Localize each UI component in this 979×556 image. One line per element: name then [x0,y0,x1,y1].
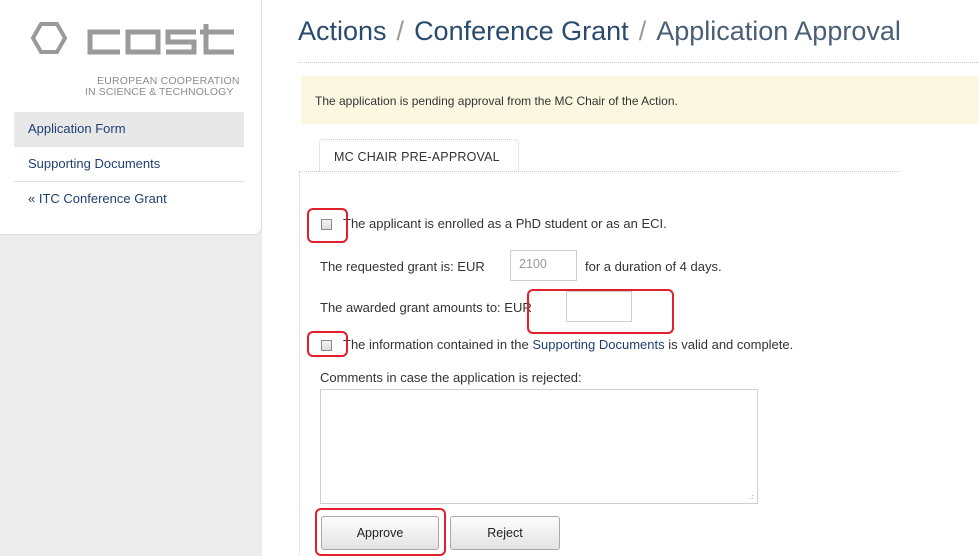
approve-button[interactable]: Approve [321,516,439,550]
cost-logo: EUROPEAN COOPERATION IN SCIENCE & TECHNO… [20,18,250,98]
info-valid-label: The information contained in the Support… [343,337,793,352]
breadcrumb-conference-grant[interactable]: Conference Grant [414,16,629,46]
notice-text: The application is pending approval from… [315,94,678,108]
phd-student-checkbox[interactable] [321,219,332,230]
logo-tagline-2: IN SCIENCE & TECHNOLOGY [85,86,234,98]
requested-grant-label: The requested grant is: EUR [320,259,485,274]
info-valid-checkbox[interactable] [321,340,332,351]
info-valid-suffix: is valid and complete. [668,337,794,352]
awarded-grant-label: The awarded grant amounts to: EUR [320,300,532,315]
sidebar-item-itc-conference-grant[interactable]: « ITC Conference Grant [14,181,244,216]
requested-grant-input: 2100 [510,250,577,281]
breadcrumb: Actions / Conference Grant / Application App… [298,16,901,47]
resize-grip-icon[interactable]: .: [749,493,754,501]
tab-label: MC CHAIR PRE-APPROVAL [334,150,500,164]
info-valid-prefix: The information contained in the [343,337,529,352]
breadcrumb-separator: / [396,16,405,46]
sidebar-item-supporting-documents[interactable]: Supporting Documents [14,146,244,181]
sidebar: EUROPEAN COOPERATION IN SCIENCE & TECHNO… [0,0,262,235]
requested-grant-duration: for a duration of 4 days. [585,259,722,274]
pending-approval-notice: The application is pending approval from… [301,76,979,124]
page-title: Application Approval [656,16,901,46]
sidebar-item-application-form[interactable]: Application Form [14,112,244,146]
tab-mc-chair-pre-approval[interactable]: MC CHAIR PRE-APPROVAL [319,139,519,172]
reject-button[interactable]: Reject [450,516,560,550]
awarded-grant-input[interactable] [566,291,632,322]
title-divider [298,62,979,63]
cost-logo-graphic [30,22,234,55]
comments-label: Comments in case the application is reje… [320,370,582,385]
supporting-documents-link[interactable]: Supporting Documents [532,337,664,352]
phd-student-label: The applicant is enrolled as a PhD stude… [343,216,667,231]
breadcrumb-actions[interactable]: Actions [298,16,387,46]
comments-textarea[interactable]: .: [320,389,758,504]
breadcrumb-separator: / [638,16,647,46]
sidebar-nav: Application Form Supporting Documents « … [14,112,244,216]
